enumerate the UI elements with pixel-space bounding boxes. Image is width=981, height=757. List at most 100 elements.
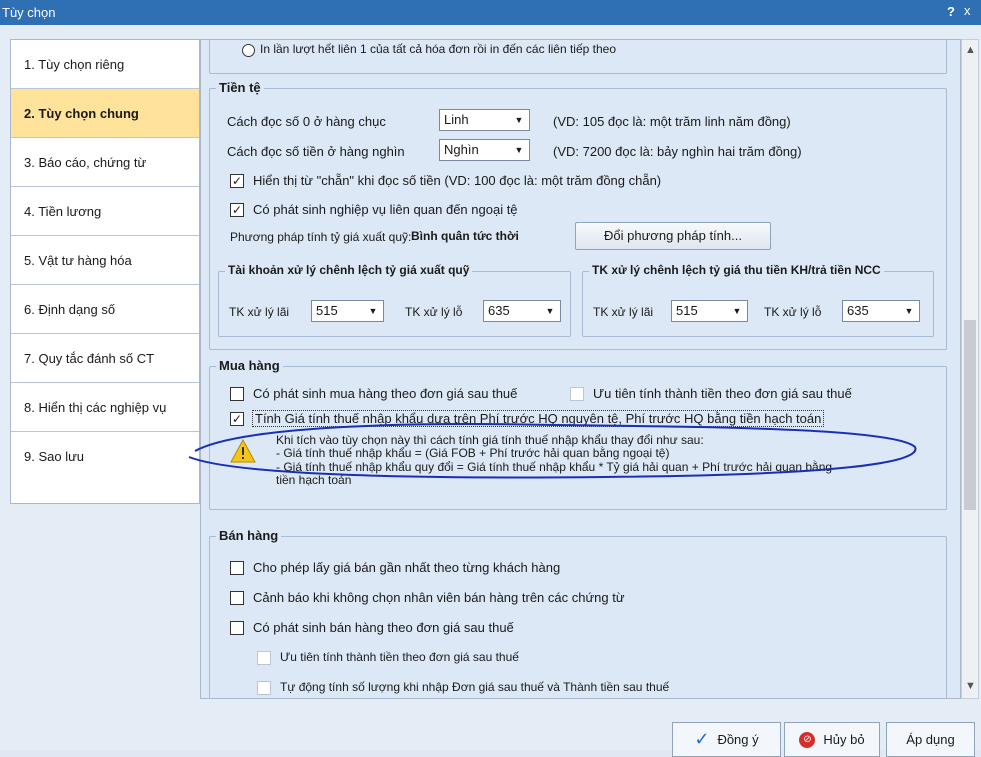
sidebar-item-quy-tac-danh-so[interactable]: 7. Quy tắc đánh số CT [11, 334, 199, 383]
auto-quantity-checkbox[interactable] [257, 681, 271, 695]
latest-price-label: Cho phép lấy giá bán gần nhất theo từng … [253, 560, 561, 575]
method-value: Bình quân tức thời [411, 229, 519, 243]
read-zero-select[interactable]: Linh ▼ [439, 109, 530, 131]
exchange-diff-group-1: Tài khoản xử lý chênh lệch tỷ giá xuất q… [218, 263, 571, 337]
profit-account-label: TK xử lý lãi [593, 305, 654, 319]
scroll-up-icon[interactable]: ▲ [965, 44, 976, 56]
purchase-after-tax-label: Có phát sinh mua hàng theo đơn giá sau t… [253, 386, 518, 401]
loss-account-value: 635 [847, 303, 869, 318]
dropdown-arrow-icon: ▼ [545, 306, 555, 316]
import-tax-label: Tính Giá tính thuế nhập khẩu dựa trên Ph… [252, 410, 825, 427]
currency-group-title: Tiền tệ [216, 80, 264, 95]
import-tax-checkbox[interactable]: ✓ [230, 412, 244, 426]
sidebar-item-label: 7. Quy tắc đánh số CT [24, 350, 155, 366]
apply-button-label: Áp dụng [906, 732, 955, 747]
profit-account-value: 515 [316, 303, 338, 318]
check-icon: ✓ [694, 729, 710, 749]
sales-staff-warning-checkbox[interactable] [230, 591, 244, 605]
scroll-down-icon[interactable]: ▼ [965, 680, 976, 692]
exchange-diff-group-2: TK xử lý chênh lệch tỷ giá thu tiền KH/t… [582, 263, 934, 337]
warning-icon [230, 439, 256, 463]
cancel-button-label: Hủy bỏ [823, 732, 865, 747]
sidebar-item-label: 6. Định dạng số [24, 301, 116, 317]
read-thousand-value: Nghìn [444, 142, 479, 157]
sidebar-item-label: 4. Tiền lương [24, 203, 102, 219]
purchase-after-tax-checkbox[interactable] [230, 387, 244, 401]
loss-account-label: TK xử lý lỗ [405, 305, 463, 319]
sidebar-item-vat-tu-hang-hoa[interactable]: 5. Vật tư hàng hóa [11, 236, 199, 285]
scrollbar-thumb[interactable] [964, 320, 976, 510]
purchase-priority-checkbox[interactable] [570, 387, 584, 401]
import-note-3: - Giá tính thuế nhập khẩu quy đổi = Giá … [276, 460, 833, 474]
read-zero-value: Linh [444, 112, 469, 127]
sidebar-item-label: 8. Hiển thị các nghiệp vụ [24, 399, 167, 415]
read-zero-label: Cách đọc số 0 ở hàng chục [227, 114, 386, 129]
window-title: Tùy chọn [2, 5, 56, 20]
sales-staff-warning-label: Cảnh báo khi không chọn nhân viên bán hà… [253, 590, 625, 605]
loss-account-label: TK xử lý lỗ [764, 305, 822, 319]
sidebar-item-hien-thi-nghiep-vu[interactable]: 8. Hiển thị các nghiệp vụ [11, 383, 199, 432]
exchange-diff-group-2-title: TK xử lý chênh lệch tỷ giá thu tiền KH/t… [589, 263, 884, 277]
sidebar-item-tuy-chon-chung[interactable]: 2. Tùy chọn chung [11, 89, 199, 138]
import-note-1: Khi tích vào tùy chọn này thì cách tính … [276, 433, 704, 447]
help-button[interactable]: ? [947, 4, 955, 19]
import-note-4: tiền hạch toán [276, 473, 352, 487]
close-button[interactable]: x [964, 3, 971, 18]
sales-after-tax-checkbox[interactable] [230, 621, 244, 635]
sidebar-item-label: 1. Tùy chọn riêng [24, 56, 125, 72]
profit-account-label: TK xử lý lãi [229, 305, 290, 319]
loss-account-value: 635 [488, 303, 510, 318]
auto-quantity-label: Tự động tính số lượng khi nhập Đơn giá s… [280, 680, 670, 694]
show-chan-checkbox[interactable]: ✓ [230, 174, 244, 188]
sales-priority-checkbox[interactable] [257, 651, 271, 665]
apply-button[interactable]: Áp dụng [886, 722, 975, 757]
dialog-body: 1. Tùy chọn riêng 2. Tùy chọn chung 3. B… [0, 25, 981, 757]
exchange-diff-group-1-title: Tài khoản xử lý chênh lệch tỷ giá xuất q… [225, 263, 473, 277]
sales-group-title: Bán hàng [216, 528, 282, 543]
profit-account-select[interactable]: 515 ▼ [671, 300, 748, 322]
currency-group: Tiền tệ Cách đọc số 0 ở hàng chục Linh ▼… [209, 80, 947, 350]
ok-button-label: Đồng ý [717, 732, 759, 747]
import-note-2: - Giá tính thuế nhập khẩu = (Giá FOB + P… [276, 446, 670, 460]
cancel-icon: ⊘ [799, 731, 816, 748]
read-zero-example: (VD: 105 đọc là: một trăm linh năm đồng) [553, 114, 791, 129]
purchase-priority-label: Ưu tiên tính thành tiền theo đơn giá sau… [593, 386, 852, 401]
loss-account-select[interactable]: 635 ▼ [483, 300, 561, 322]
dropdown-arrow-icon: ▼ [514, 145, 524, 155]
foreign-currency-checkbox[interactable]: ✓ [230, 203, 244, 217]
cancel-button[interactable]: ⊘ Hủy bỏ [784, 722, 880, 757]
sidebar-item-label: 3. Báo cáo, chứng từ [24, 154, 147, 170]
sidebar-item-label: 5. Vật tư hàng hóa [24, 252, 132, 268]
sidebar-item-dinh-dang-so[interactable]: 6. Định dạng số [11, 285, 199, 334]
sales-after-tax-label: Có phát sinh bán hàng theo đơn giá sau t… [253, 620, 514, 635]
ok-button[interactable]: ✓ Đồng ý [672, 722, 781, 757]
purchase-group: Mua hàng Có phát sinh mua hàng theo đơn … [209, 358, 947, 510]
sidebar-item-tuy-chon-rieng[interactable]: 1. Tùy chọn riêng [11, 40, 199, 89]
sidebar-item-tien-luong[interactable]: 4. Tiền lương [11, 187, 199, 236]
latest-price-checkbox[interactable] [230, 561, 244, 575]
vertical-scrollbar[interactable]: ▲ ▼ [961, 39, 979, 699]
sidebar: 1. Tùy chọn riêng 2. Tùy chọn chung 3. B… [10, 39, 200, 504]
purchase-group-title: Mua hàng [216, 358, 283, 373]
read-thousand-label: Cách đọc số tiền ở hàng nghìn [227, 144, 405, 159]
sidebar-item-label: 9. Sao lưu [24, 449, 85, 464]
read-thousand-select[interactable]: Nghìn ▼ [439, 139, 530, 161]
profit-account-value: 515 [676, 303, 698, 318]
title-bar: Tùy chọn ? x [0, 0, 981, 25]
show-chan-label: Hiển thị từ "chẵn" khi đọc số tiền (VD: … [253, 173, 662, 188]
sidebar-item-bao-cao-chung-tu[interactable]: 3. Báo cáo, chứng từ [11, 138, 199, 187]
read-thousand-example: (VD: 7200 đọc là: bảy nghìn hai trăm đồn… [553, 144, 802, 159]
change-method-button[interactable]: Đổi phương pháp tính... [575, 222, 771, 250]
sales-priority-label: Ưu tiên tính thành tiền theo đơn giá sau… [280, 650, 519, 664]
print-order-group: In lần lượt hết liên 1 của tất cả hóa đơ… [209, 40, 947, 74]
loss-account-select[interactable]: 635 ▼ [842, 300, 920, 322]
profit-account-select[interactable]: 515 ▼ [311, 300, 384, 322]
sidebar-item-label: 2. Tùy chọn chung [24, 105, 139, 121]
method-label: Phương pháp tính tỷ giá xuất quỹ: [230, 230, 412, 244]
dropdown-arrow-icon: ▼ [732, 306, 742, 316]
options-panel: In lần lượt hết liên 1 của tất cả hóa đơ… [200, 39, 961, 699]
print-order-radio[interactable] [242, 44, 255, 57]
dropdown-arrow-icon: ▼ [904, 306, 914, 316]
dropdown-arrow-icon: ▼ [514, 115, 524, 125]
sidebar-item-sao-luu[interactable]: 9. Sao lưu [11, 432, 199, 481]
